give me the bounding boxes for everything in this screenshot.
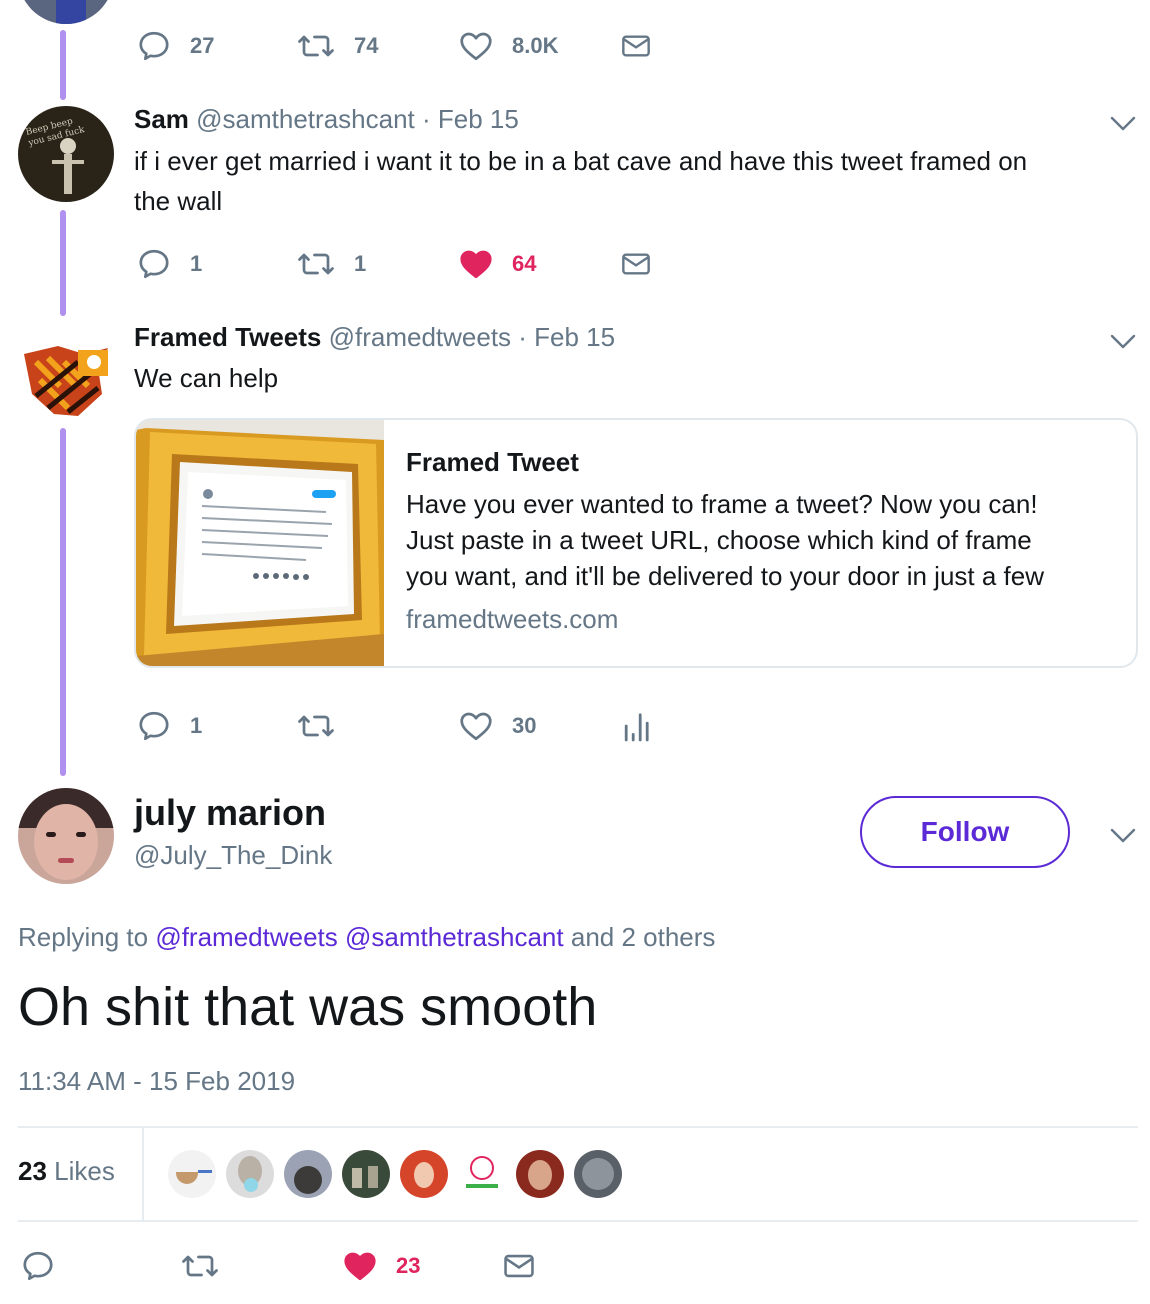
retweet-icon [298, 715, 334, 737]
like-count: 8.0K [512, 33, 559, 58]
author-name[interactable]: july marion [134, 792, 326, 834]
card-body: Framed Tweet Have you ever wanted to fra… [406, 444, 1126, 635]
like-count: 30 [512, 713, 537, 738]
liker-avatar[interactable] [168, 1150, 216, 1198]
tweet-header: Framed Tweets @framedtweets · Feb 15 [134, 322, 615, 353]
thread-line [60, 428, 66, 776]
replying-prefix: Replying to [18, 922, 149, 952]
avatar-framed-tweets[interactable] [18, 324, 114, 420]
retweet-icon [298, 253, 334, 275]
framed-tweets-logo [24, 346, 108, 416]
likes-stat-label: Likes [54, 1156, 115, 1186]
reply-button[interactable] [20, 1246, 56, 1286]
stats-separator [142, 1128, 144, 1220]
avatar-july[interactable] [18, 788, 114, 884]
card-url[interactable]: framedtweets.com [406, 604, 1126, 635]
reply-icon [139, 249, 169, 279]
heart-icon [344, 1252, 376, 1281]
display-name[interactable]: Sam [134, 104, 189, 134]
tweet-timestamp[interactable]: 11:34 AM - 15 Feb 2019 [18, 1066, 295, 1097]
card-description-line: Have you ever wanted to frame a tweet? N… [406, 489, 1038, 519]
mail-icon [622, 35, 650, 57]
divider [18, 1126, 1138, 1128]
avatar-previous[interactable] [18, 0, 114, 24]
reply-button[interactable]: 27 [136, 26, 214, 66]
tweet-text-line: the wall [134, 186, 223, 216]
tweet-text-line: if i ever get married i want it to be in… [134, 146, 1028, 176]
tweet-header: Sam @samthetrashcant · Feb 15 [134, 104, 519, 135]
card-image [136, 420, 384, 666]
heart-icon [460, 32, 492, 61]
dm-button[interactable] [502, 1246, 536, 1286]
like-button[interactable]: 30 [458, 706, 536, 746]
divider [18, 1220, 1138, 1222]
chevron-down-icon[interactable] [1110, 116, 1136, 132]
link-card[interactable]: Framed Tweet Have you ever wanted to fra… [134, 418, 1138, 668]
card-description-line: you want, and it'll be delivered to your… [406, 561, 1044, 591]
liker-avatar[interactable] [400, 1150, 448, 1198]
like-button[interactable]: 8.0K [458, 26, 558, 66]
reply-mention-link[interactable]: @framedtweets [155, 922, 337, 952]
handle-date[interactable]: @samthetrashcant · Feb 15 [196, 104, 519, 134]
reply-mention-link[interactable]: @samthetrashcant [345, 922, 564, 952]
retweet-count: 74 [354, 33, 379, 58]
display-name[interactable]: Framed Tweets [134, 322, 321, 352]
liker-avatar[interactable] [342, 1150, 390, 1198]
replying-others[interactable]: and 2 others [571, 922, 716, 952]
retweet-button[interactable]: 74 [296, 26, 378, 66]
dm-button[interactable] [620, 26, 652, 66]
like-button[interactable]: 23 [342, 1246, 420, 1286]
retweet-button[interactable] [296, 706, 354, 746]
heart-icon [460, 712, 492, 741]
card-description-line: Just paste in a tweet URL, choose which … [406, 525, 1032, 555]
liker-avatar[interactable] [516, 1150, 564, 1198]
tweet-text: if i ever get married i want it to be in… [134, 141, 1027, 221]
retweet-button[interactable] [180, 1246, 220, 1286]
retweet-icon [298, 35, 334, 57]
reply-count: 27 [190, 33, 215, 58]
likes-stat[interactable]: 23 Likes [18, 1156, 115, 1187]
reply-icon [139, 711, 169, 741]
reply-icon [23, 1251, 53, 1281]
thread-line [60, 30, 66, 100]
avatar-sam[interactable]: Beep beep you sad fuck [18, 106, 114, 202]
analytics-button[interactable] [622, 706, 650, 746]
mail-icon [504, 1254, 534, 1278]
mail-icon [622, 253, 650, 275]
tweet-text: We can help [134, 363, 279, 393]
reply-count: 1 [190, 251, 203, 276]
avatar-caption: Beep beep you sad fuck [24, 116, 86, 149]
card-title: Framed Tweet [406, 447, 579, 477]
retweet-button[interactable]: 1 [296, 244, 366, 284]
chevron-down-icon[interactable] [1110, 334, 1136, 350]
follow-button[interactable]: Follow [860, 796, 1070, 868]
reply-button[interactable]: 1 [136, 706, 202, 746]
card-description: Have you ever wanted to frame a tweet? N… [406, 486, 1126, 594]
analytics-icon [624, 713, 649, 742]
chevron-down-icon[interactable] [1110, 828, 1136, 844]
reply-button[interactable]: 1 [136, 244, 202, 284]
dm-button[interactable] [620, 244, 652, 284]
reply-count: 1 [190, 713, 203, 738]
handle-date[interactable]: @framedtweets · Feb 15 [329, 322, 616, 352]
replying-to: Replying to @framedtweets @samthetrashca… [18, 922, 715, 953]
liker-avatar[interactable] [458, 1150, 506, 1198]
likes-stat-count: 23 [18, 1156, 47, 1186]
heart-icon [460, 250, 492, 279]
author-handle[interactable]: @July_The_Dink [134, 840, 332, 871]
liker-avatar[interactable] [284, 1150, 332, 1198]
like-count: 23 [396, 1253, 421, 1278]
retweet-icon [182, 1255, 218, 1277]
liker-avatar[interactable] [574, 1150, 622, 1198]
retweet-count: 1 [354, 251, 367, 276]
reply-icon [139, 31, 169, 61]
like-count: 64 [512, 251, 537, 276]
like-button[interactable]: 64 [458, 244, 536, 284]
framed-tweet-photo [136, 420, 384, 666]
liker-avatar[interactable] [226, 1150, 274, 1198]
main-tweet-text: Oh shit that was smooth [18, 977, 598, 1037]
thread-line [60, 210, 66, 316]
liker-avatars [168, 1150, 628, 1198]
